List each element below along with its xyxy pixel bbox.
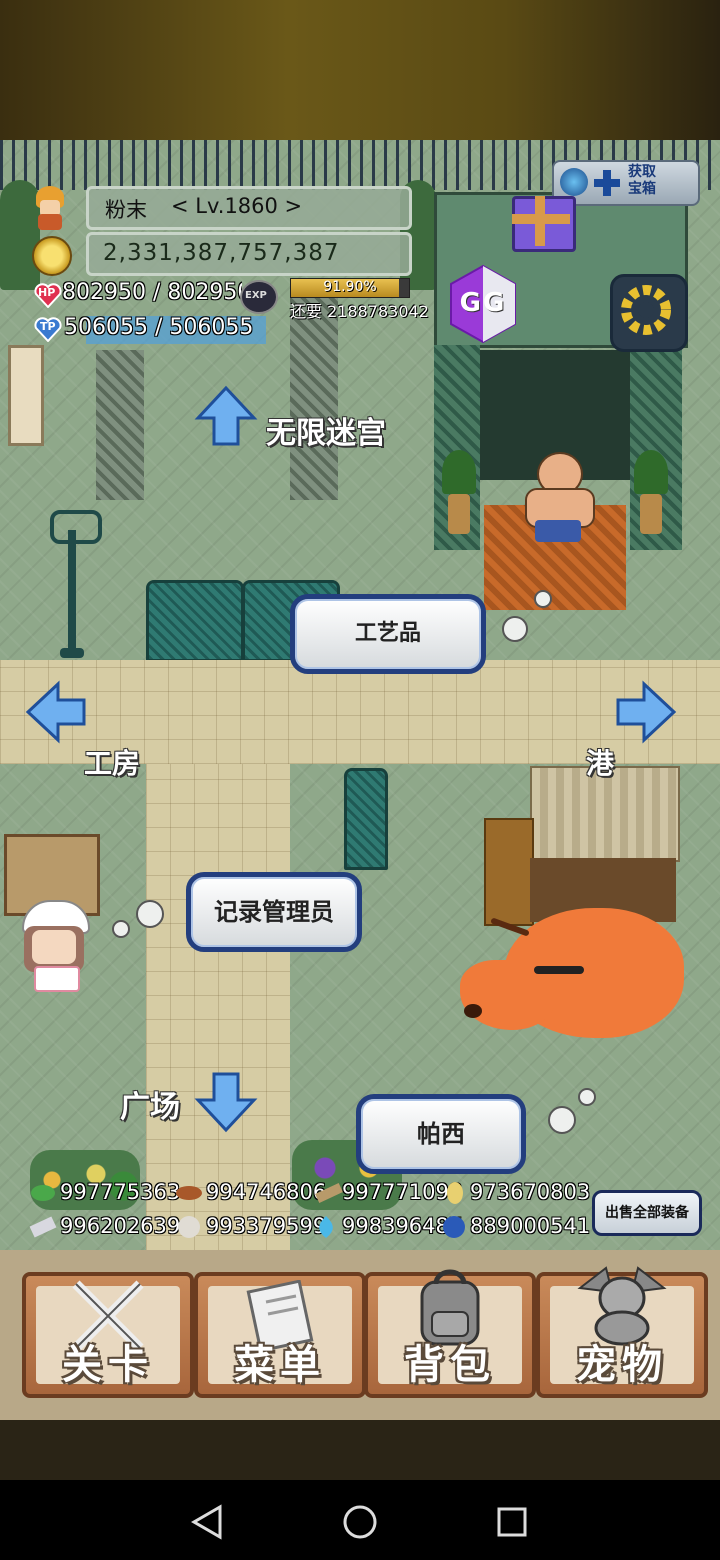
arrow-right-icon[interactable] (614, 680, 678, 744)
resource-orb: 889000541 (470, 1214, 591, 1238)
player-level: < Lv.1860 > (171, 194, 303, 218)
resource-stone: 993379599 (206, 1214, 327, 1238)
menu-menu-button[interactable]: 菜单 (194, 1272, 366, 1398)
arrow-left-icon[interactable] (24, 680, 88, 744)
ingot-icon (28, 1214, 58, 1240)
exp-percent: 91.90% (323, 279, 377, 295)
gold-coin-icon (32, 236, 72, 276)
hp-value: 802950 / 802950 (62, 280, 242, 305)
potted-palm-left (438, 450, 480, 540)
player-avatar[interactable] (32, 186, 68, 230)
percy-button[interactable]: 帕西 (356, 1094, 526, 1174)
system-navigation-bar (0, 1480, 720, 1560)
arrow-up-icon[interactable] (194, 384, 258, 448)
exp-bar: 91.90% (290, 278, 410, 298)
menu-backpack-button[interactable]: 背包 (364, 1269, 536, 1398)
hp-heart-icon: HP (34, 282, 62, 309)
exp-icon: EXP (240, 280, 278, 314)
recents-icon[interactable] (496, 1506, 528, 1538)
crafts-button[interactable]: 工艺品 (290, 594, 486, 674)
resource-herb: 997775363 (60, 1180, 181, 1204)
flame-icon (312, 1214, 340, 1240)
reward-label: 获取 宝箱 (628, 164, 656, 197)
bench-1 (146, 580, 244, 662)
exp-badge: EXP (245, 290, 267, 301)
menu-pets-label: 宠物 (576, 1342, 668, 1388)
bench-3 (344, 768, 388, 870)
label-plaza: 广场 (120, 1090, 180, 1125)
gold-panel: 2,331,387,757,387 (86, 232, 412, 276)
resource-ingot: 996202639 (60, 1214, 181, 1238)
tp-heart-icon: TP (34, 316, 62, 343)
hp-value-clip: 802950 / 802950 (62, 280, 242, 310)
game-scene[interactable]: 粉末 < Lv.1860 > 2,331,387,757,387 HP 8029… (0, 140, 720, 1420)
herb-icon (28, 1180, 58, 1206)
speech-bubble-dot (548, 1106, 576, 1134)
speech-bubble-dot (534, 590, 552, 608)
label-harbor: 港 (586, 747, 615, 780)
tp-value: 506055 / 506055 (64, 315, 254, 340)
menu-backpack-label: 背包 (404, 1342, 496, 1388)
street-lamp (50, 510, 102, 660)
resource-seed: 973670803 (470, 1180, 591, 1204)
meat-icon (174, 1180, 204, 1206)
speech-bubble-dot (502, 616, 528, 642)
exp-remaining: 还要 2188783042 (290, 302, 429, 321)
arrow-down-icon[interactable] (194, 1070, 258, 1134)
seed-icon (442, 1180, 468, 1206)
plus-icon (594, 170, 620, 196)
signpost (8, 345, 44, 446)
gift-box-icon[interactable] (508, 188, 576, 252)
back-icon[interactable] (190, 1504, 224, 1540)
menu-menu-label: 菜单 (234, 1342, 326, 1388)
speech-bubble-dot (136, 900, 164, 928)
gg-hexagon-icon[interactable]: GG (448, 264, 518, 344)
player-name-panel: 粉末 < Lv.1860 > (86, 186, 412, 230)
speech-bubble-dot (578, 1088, 596, 1106)
sell-all-equipment-button[interactable]: 出售全部装备 (592, 1190, 702, 1236)
label-workshop: 工房 (84, 747, 141, 780)
tp-badge: TP (40, 320, 56, 333)
hp-badge: HP (38, 286, 56, 299)
stone-wall (96, 350, 144, 500)
bald-npc[interactable] (515, 452, 601, 544)
speech-bubble-dot (112, 920, 130, 938)
record-keeper-npc[interactable] (18, 900, 96, 992)
gg-label: GG (459, 288, 507, 318)
menu-stages-label: 关卡 (62, 1342, 154, 1388)
resource-meat: 994746806 (206, 1180, 327, 1204)
menu-pets-button[interactable]: 宠物 (536, 1266, 708, 1398)
menu-stages-button[interactable]: 关卡 (22, 1272, 194, 1398)
stone-icon (174, 1214, 204, 1240)
fox-pet[interactable] (460, 880, 690, 1060)
settings-gear-icon[interactable] (610, 274, 688, 352)
record-keeper-button[interactable]: 记录管理员 (186, 872, 362, 952)
gold-amount: 2,331,387,757,387 (103, 240, 340, 266)
orb-icon (440, 1214, 468, 1240)
potted-palm-right (630, 450, 672, 540)
vertical-path (146, 764, 290, 1284)
home-icon[interactable] (342, 1504, 378, 1540)
wood-icon (314, 1180, 344, 1206)
label-infinite-maze: 无限迷宫 (266, 416, 386, 451)
status-bar-area (0, 0, 720, 140)
player-name: 粉末 (105, 198, 147, 222)
